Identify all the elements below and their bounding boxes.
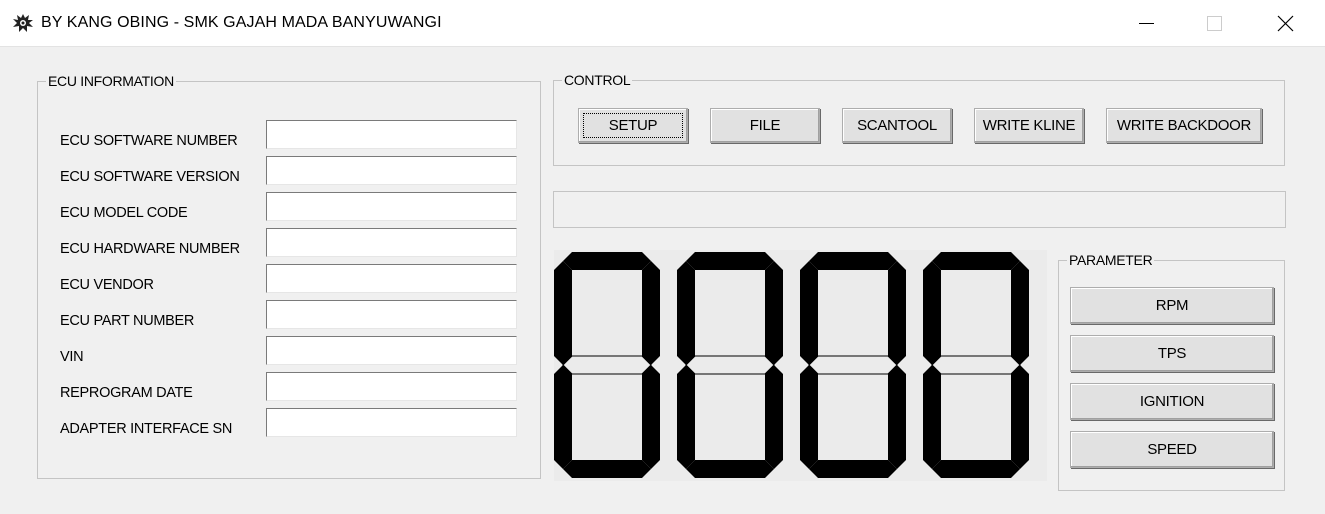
vin-field[interactable] — [266, 336, 517, 365]
ecu-software-version-label: ECU SOFTWARE VERSION — [60, 169, 240, 185]
scantool-button[interactable]: SCANTOOL — [842, 108, 952, 143]
lcd-segment-b — [642, 261, 660, 365]
ecu-model-code-label: ECU MODEL CODE — [60, 205, 188, 221]
file-button[interactable]: FILE — [710, 108, 820, 143]
lcd-segment-d — [809, 460, 897, 478]
ecu-vendor-label: ECU VENDOR — [60, 277, 154, 293]
lcd-segment-g — [562, 355, 652, 375]
parameter-label: PARAMETER — [1067, 252, 1155, 268]
ecu-part-number-field[interactable] — [266, 300, 517, 329]
lcd-digit — [554, 252, 660, 478]
lcd-segment-b — [888, 261, 906, 365]
lcd-segment-c — [765, 365, 783, 469]
vin-label: VIN — [60, 349, 84, 365]
minimize-button[interactable] — [1122, 8, 1168, 38]
lcd-segment-a — [686, 252, 774, 270]
ecu-vendor-field[interactable] — [266, 264, 517, 293]
ecu-information-label: ECU INFORMATION — [46, 73, 176, 89]
lcd-segment-e — [554, 365, 572, 469]
ecu-software-number-field[interactable] — [266, 120, 517, 149]
status-bar — [553, 191, 1286, 228]
lcd-segment-d — [563, 460, 651, 478]
maximize-icon — [1207, 16, 1222, 31]
close-button[interactable] — [1262, 8, 1308, 38]
reprogram-date-field[interactable] — [266, 372, 517, 401]
lcd-segment-g — [931, 355, 1021, 375]
control-label: CONTROL — [562, 72, 633, 88]
adapter-interface-sn-field[interactable] — [266, 408, 517, 437]
window-title: BY KANG OBING - SMK GAJAH MADA BANYUWANG… — [41, 14, 442, 31]
ecu-hardware-number-label: ECU HARDWARE NUMBER — [60, 241, 240, 257]
ecu-software-version-field[interactable] — [266, 156, 517, 185]
gear-splash-icon — [13, 14, 33, 32]
reprogram-date-label: REPROGRAM DATE — [60, 385, 193, 401]
lcd-segment-b — [765, 261, 783, 365]
lcd-segment-e — [677, 365, 695, 469]
lcd-segment-g — [808, 355, 898, 375]
lcd-digit — [923, 252, 1029, 478]
ecu-software-number-label: ECU SOFTWARE NUMBER — [60, 133, 238, 149]
setup-button[interactable]: SETUP — [578, 108, 688, 143]
lcd-segment-f — [554, 261, 572, 365]
write-backdoor-button[interactable]: WRITE BACKDOOR — [1106, 108, 1262, 143]
close-icon — [1277, 15, 1294, 32]
lcd-segment-e — [923, 365, 941, 469]
lcd-segment-f — [677, 261, 695, 365]
ecu-hardware-number-field[interactable] — [266, 228, 517, 257]
lcd-segment-a — [809, 252, 897, 270]
lcd-segment-c — [1011, 365, 1029, 469]
lcd-segment-f — [923, 261, 941, 365]
ecu-part-number-label: ECU PART NUMBER — [60, 313, 195, 329]
speed-button[interactable]: SPEED — [1070, 431, 1274, 468]
lcd-segment-f — [800, 261, 818, 365]
seven-segment-display — [554, 250, 1047, 481]
lcd-segment-a — [563, 252, 651, 270]
rpm-button[interactable]: RPM — [1070, 287, 1274, 324]
lcd-segment-c — [642, 365, 660, 469]
lcd-segment-d — [686, 460, 774, 478]
lcd-segment-b — [1011, 261, 1029, 365]
tps-button[interactable]: TPS — [1070, 335, 1274, 372]
lcd-segment-g — [685, 355, 775, 375]
lcd-segment-d — [932, 460, 1020, 478]
lcd-digit — [677, 252, 783, 478]
lcd-segment-a — [932, 252, 1020, 270]
seven-segment-digits — [554, 252, 1029, 478]
lcd-segment-c — [888, 365, 906, 469]
write-kline-button[interactable]: WRITE KLINE — [974, 108, 1084, 143]
lcd-digit — [800, 252, 906, 478]
maximize-button[interactable] — [1191, 8, 1237, 38]
ecu-model-code-field[interactable] — [266, 192, 517, 221]
minimize-icon — [1139, 23, 1154, 24]
adapter-interface-sn-label: ADAPTER INTERFACE SN — [60, 421, 233, 437]
lcd-segment-e — [800, 365, 818, 469]
title-bar[interactable]: BY KANG OBING - SMK GAJAH MADA BANYUWANG… — [0, 0, 1325, 47]
ignition-button[interactable]: IGNITION — [1070, 383, 1274, 420]
